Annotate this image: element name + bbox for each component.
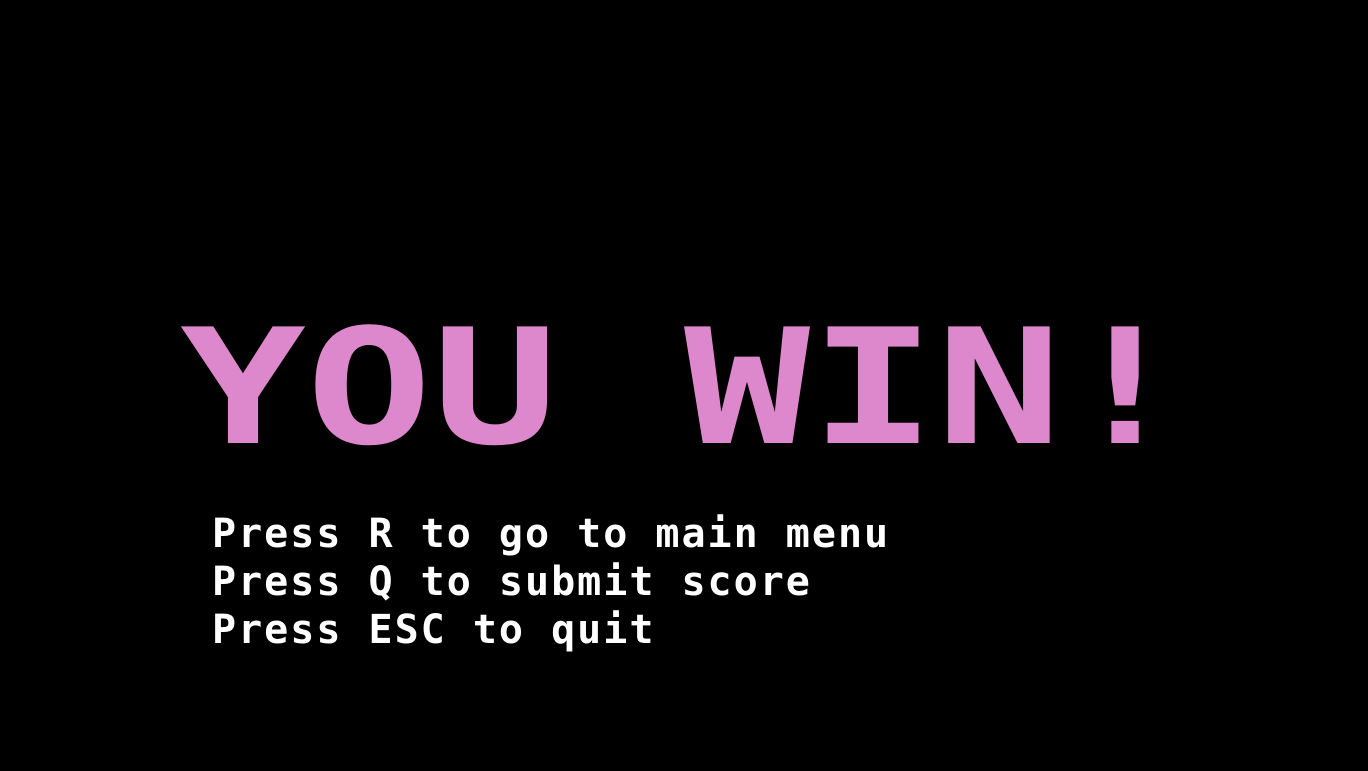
instructions-list: Press R to go to main menu Press Q to su… <box>212 510 1112 654</box>
instruction-main-menu: Press R to go to main menu <box>212 511 891 557</box>
win-title: YOU WIN! <box>180 300 1188 470</box>
game-over-screen: YOU WIN! Press R to go to main menu Pres… <box>0 0 1368 771</box>
instruction-quit: Press ESC to quit <box>212 607 656 653</box>
instruction-submit-score: Press Q to submit score <box>212 559 812 605</box>
win-banner: YOU WIN! <box>0 300 1368 470</box>
win-banner-svg: YOU WIN! <box>180 300 1188 470</box>
